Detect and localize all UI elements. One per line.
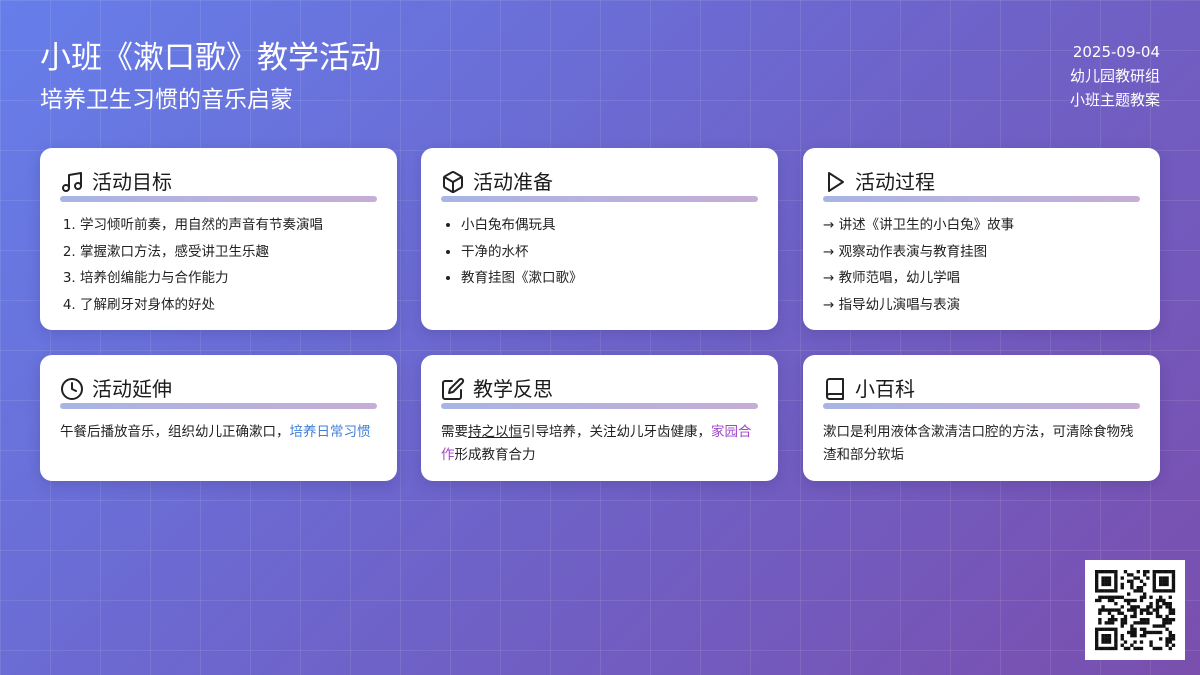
qr-code-icon	[1085, 560, 1185, 660]
header-meta: 2025-09-04 幼儿园教研组 小班主题教案	[1070, 40, 1160, 112]
list-item: 小白兔布偶玩具	[461, 212, 758, 239]
extension-highlight: 培养日常习惯	[289, 424, 371, 440]
card-wiki-divider	[823, 403, 1140, 409]
card-reflection-divider	[441, 403, 758, 409]
prep-list: 小白兔布偶玩具 干净的水杯 教育挂图《漱口歌》	[441, 212, 758, 292]
reflection-text: 需要持之以恒引导培养，关注幼儿牙齿健康，家园合作形成教育合力	[441, 421, 758, 467]
card-goals-divider	[60, 196, 377, 202]
date-label: 2025-09-04	[1072, 43, 1160, 61]
list-item: 培养创编能力与合作能力	[80, 265, 377, 292]
extension-text-main: 午餐后播放音乐，组织幼儿正确漱口，	[60, 424, 290, 440]
play-icon	[828, 172, 844, 192]
card-goals: 活动目标 学习倾听前奏，用自然的声音有节奏演唱 掌握漱口方法，感受讲卫生乐趣 培…	[40, 148, 397, 330]
card-wiki: 小百科 漱口是利用液体含漱清洁口腔的方法，可清除食物残渣和部分软垢	[803, 355, 1160, 481]
reflection-text-1: 需要	[441, 424, 468, 440]
card-prep-title: 活动准备	[473, 170, 553, 194]
book-icon	[826, 378, 844, 400]
card-goals-title: 活动目标	[92, 170, 172, 194]
card-extension-title: 活动延伸	[92, 377, 172, 401]
edit-icon	[442, 377, 465, 400]
list-item: 了解刷牙对身体的好处	[80, 292, 377, 319]
list-item: → 观察动作表演与教育挂图	[823, 243, 988, 260]
list-item: 教育挂图《漱口歌》	[461, 265, 758, 292]
category-label: 小班主题教案	[1069, 91, 1160, 109]
card-extension: 活动延伸 午餐后播放音乐，组织幼儿正确漱口，培养日常习惯	[40, 355, 397, 481]
list-item: 学习倾听前奏，用自然的声音有节奏演唱	[80, 212, 377, 239]
goals-list: 学习倾听前奏，用自然的声音有节奏演唱 掌握漱口方法，感受讲卫生乐趣 培养创编能力…	[60, 212, 377, 318]
card-process: 活动过程 → 讲述《讲卫生的小白兔》故事 → 观察动作表演与教育挂图 → 教师范…	[803, 148, 1160, 330]
process-list: → 讲述《讲卫生的小白兔》故事 → 观察动作表演与教育挂图 → 教师范唱，幼儿学…	[823, 212, 1140, 318]
reflection-text-3: 形成教育合力	[454, 447, 536, 463]
qr-code[interactable]	[1085, 560, 1185, 660]
card-extension-divider	[60, 403, 377, 409]
page-title: 小班《漱口歌》教学活动	[40, 40, 381, 76]
box-icon	[443, 171, 463, 193]
wiki-text: 漱口是利用液体含漱清洁口腔的方法，可清除食物残渣和部分软垢	[823, 424, 1134, 463]
card-prep-divider	[441, 196, 758, 202]
extension-text: 午餐后播放音乐，组织幼儿正确漱口，培养日常习惯	[60, 421, 377, 444]
list-item: → 指导幼儿演唱与表演	[823, 296, 961, 313]
clock-icon	[61, 378, 83, 400]
card-prep: 活动准备 小白兔布偶玩具 干净的水杯 教育挂图《漱口歌》	[421, 148, 778, 330]
list-item: 干净的水杯	[461, 239, 758, 266]
card-reflection-title: 教学反思	[473, 377, 553, 401]
page-subtitle: 培养卫生习惯的音乐启蒙	[40, 87, 293, 113]
org-label: 幼儿园教研组	[1069, 67, 1160, 85]
card-wiki-title: 小百科	[855, 377, 915, 401]
music-note-icon	[62, 172, 82, 192]
card-process-divider	[823, 196, 1140, 202]
card-process-title: 活动过程	[855, 170, 935, 194]
card-reflection: 教学反思 需要持之以恒引导培养，关注幼儿牙齿健康，家园合作形成教育合力	[421, 355, 778, 481]
reflection-text-2: 引导培养，关注幼儿牙齿健康，	[522, 424, 711, 440]
list-item: → 讲述《讲卫生的小白兔》故事	[823, 217, 1015, 233]
list-item: 掌握漱口方法，感受讲卫生乐趣	[80, 239, 377, 266]
reflection-underline: 持之以恒	[468, 424, 522, 440]
list-item: → 教师范唱，幼儿学唱	[823, 270, 961, 286]
